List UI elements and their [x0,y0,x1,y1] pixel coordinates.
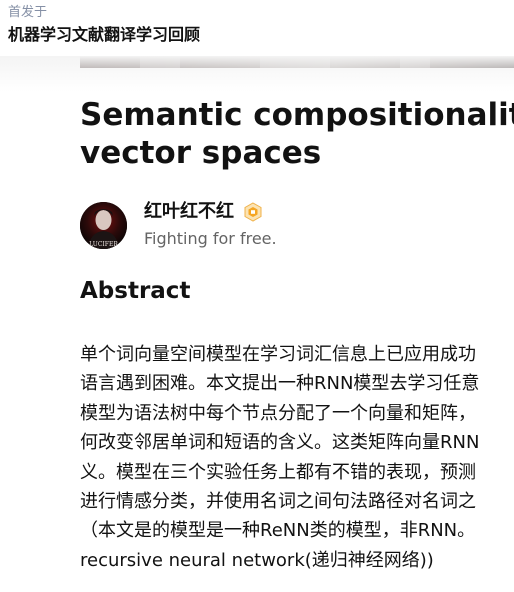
column-header: 首发于 机器学习文献翻译学习回顾 [0,0,514,56]
title-line-2: vector spaces [80,135,322,171]
paragraph-line: 何改变邻居单词和短语的含义。这类矩阵向量RNN [80,432,480,454]
article-title: Semantic compositionality th vector spac… [80,96,514,172]
paragraph-line: （本文是的模型是一种ReNN类的模型，非RNN。 [80,520,476,542]
paragraph-line: 进行情感分类，并使用名词之间句法路径对名词之 [80,490,476,512]
title-line-1: Semantic compositionality th [80,97,514,133]
avatar-text: LUCIFER [89,241,118,248]
paragraph-line: 语言遇到困难。本文提出一种RNN模型去学习任意 [80,373,480,395]
author-bio: Fighting for free. [144,229,277,248]
cover-image [80,56,514,68]
avatar[interactable]: LUCIFER [80,202,127,249]
first-published-label: 首发于 [8,5,48,20]
avatar-image: LUCIFER [80,202,127,249]
hexagon-badge-icon[interactable] [243,202,263,222]
paragraph-line: 模型为语法树中每个节点分配了一个向量和矩阵， [80,402,476,424]
page: 首发于 机器学习文献翻译学习回顾 Semantic compositionali… [0,0,514,592]
section-heading: Abstract [80,278,191,304]
author-name[interactable]: 红叶红不红 [144,200,234,224]
column-link[interactable]: 机器学习文献翻译学习回顾 [8,24,200,46]
paragraph-line: 义。模型在三个实验任务上都有不错的表现，预测 [80,461,476,483]
paragraph-line: 单个词向量空间模型在学习词汇信息上已应用成功 [80,344,476,365]
paragraph-line: recursive neural network(递归神经网络)) [80,549,434,571]
abstract-paragraph: 单个词向量空间模型在学习词汇信息上已应用成功 语言遇到困难。本文提出一种RNN模… [80,340,514,575]
